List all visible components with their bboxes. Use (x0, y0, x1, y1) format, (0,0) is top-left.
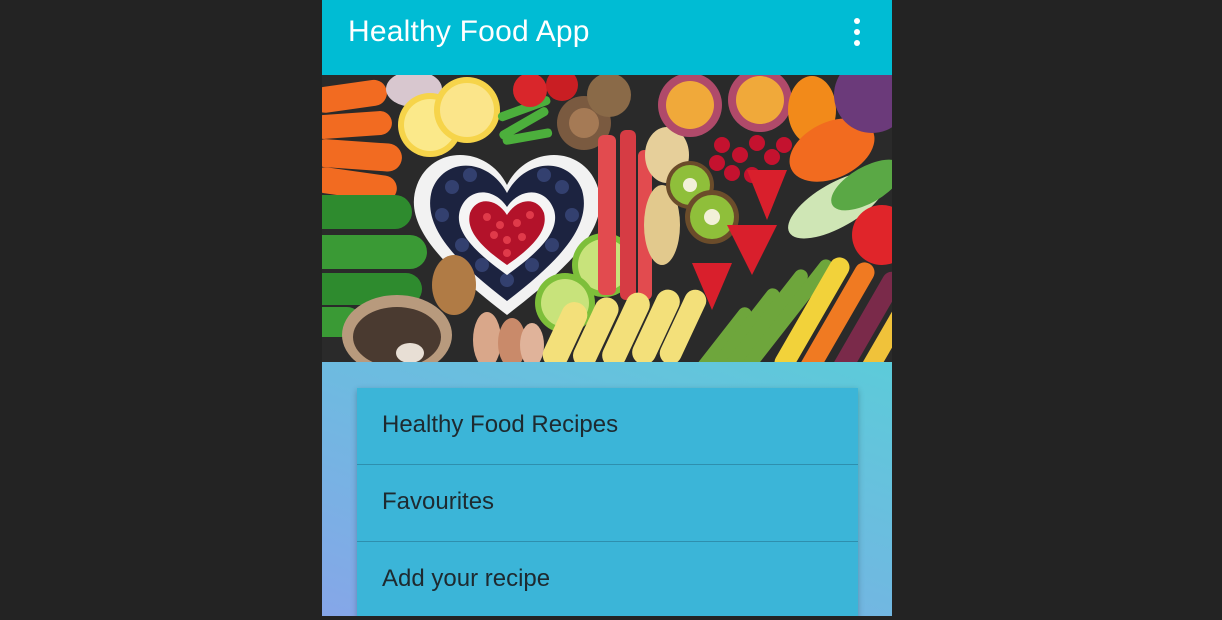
menu-item-label: Healthy Food Recipes (382, 411, 619, 438)
app-title: Healthy Food App (348, 15, 590, 48)
phone-screen: Healthy Food App Healthy Food Recipes Fa… (322, 0, 892, 616)
menu-background: Healthy Food Recipes Favourites Add your… (322, 362, 892, 616)
menu-item-label: Favourites (382, 488, 495, 515)
app-bar: Healthy Food App (322, 0, 892, 75)
menu-item-label: Add your recipe (382, 565, 551, 592)
menu-item-healthy-food-recipes[interactable]: Healthy Food Recipes (357, 388, 858, 465)
menu-item-add-your-recipe[interactable]: Add your recipe (357, 542, 858, 616)
more-vert-icon[interactable] (842, 12, 872, 52)
menu-card: Healthy Food Recipes Favourites Add your… (357, 388, 858, 616)
hero-image (322, 75, 892, 362)
menu-item-favourites[interactable]: Favourites (357, 465, 858, 542)
